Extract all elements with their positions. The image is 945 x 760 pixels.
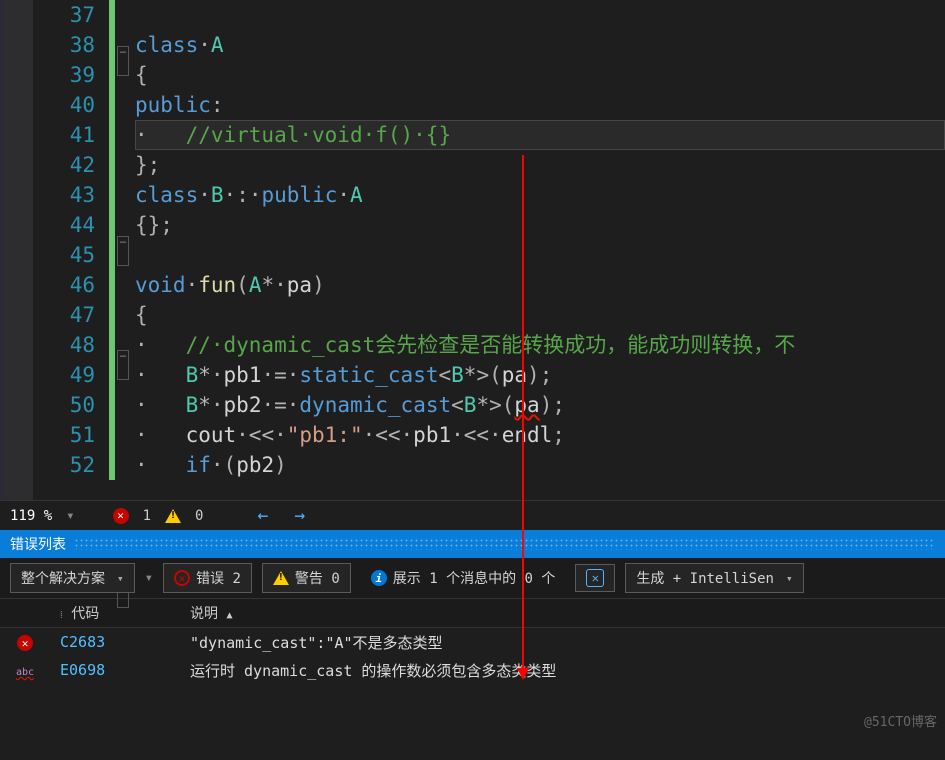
error-icon[interactable]: ✕ [113, 508, 129, 524]
code-area[interactable]: class·A{public:· //virtual·void·f()·{}};… [135, 0, 945, 500]
zoom-level[interactable]: 119 % [10, 508, 52, 524]
col-desc[interactable]: 说明 [190, 606, 218, 622]
line-number: 50 [33, 390, 95, 420]
fold-toggle[interactable]: − [117, 46, 129, 76]
line-number: 39 [33, 60, 95, 90]
dropdown-chevron-icon[interactable]: ▾ [145, 570, 153, 586]
warning-count: 0 [195, 508, 203, 524]
code-line[interactable]: {}; [135, 210, 945, 240]
error-icon: ✕ [17, 635, 33, 651]
code-line[interactable]: class·A [135, 30, 945, 60]
nav-forward-icon[interactable]: → [288, 505, 311, 526]
code-line[interactable]: · B*·pb1·=·static_cast<B*>(pa); [135, 360, 945, 390]
warning-icon[interactable] [165, 509, 181, 523]
code-line[interactable]: · B*·pb2·=·dynamic_cast<B*>(pa); [135, 390, 945, 420]
line-number: 41 [33, 120, 95, 150]
code-line[interactable]: · if·(pb2) [135, 450, 945, 480]
margin-column [3, 0, 33, 500]
line-number: 42 [33, 150, 95, 180]
code-line[interactable]: · cout·<<·"pb1:"·<<·pb1·<<·endl; [135, 420, 945, 450]
line-number-gutter: 37383940414243444546474849505152 [33, 0, 107, 500]
code-line[interactable]: · //·dynamic_cast会先检查是否能转换成功，能成功则转换，不 [135, 330, 945, 360]
fold-toggle[interactable]: − [117, 350, 129, 380]
line-number: 38 [33, 30, 95, 60]
code-line[interactable] [135, 240, 945, 270]
error-code: C2683 [50, 633, 190, 651]
fold-column[interactable]: −−−− [117, 0, 135, 500]
col-code[interactable]: 代码 [71, 606, 99, 622]
line-number: 37 [33, 0, 95, 30]
error-count: 1 [143, 508, 151, 524]
code-line[interactable]: · //virtual·void·f()·{} [135, 120, 945, 150]
code-editor[interactable]: 37383940414243444546474849505152 −−−− cl… [0, 0, 945, 500]
filter-messages-button[interactable]: i展示 1 个消息中的 0 个 [361, 564, 566, 592]
annotation-arrow [522, 155, 524, 678]
error-row[interactable]: abc E0698运行时 dynamic_cast 的操作数必须包含多态类类型 [0, 656, 945, 684]
intellisense-icon: abc [16, 667, 34, 678]
scope-dropdown[interactable]: 整个解决方案 [10, 563, 135, 593]
line-number: 48 [33, 330, 95, 360]
panel-grip[interactable] [74, 538, 935, 550]
change-bar [107, 0, 117, 500]
fold-toggle[interactable]: − [117, 236, 129, 266]
watermark: @51CTO博客 [864, 711, 937, 730]
filter-toggle-button[interactable]: ✕ [575, 564, 615, 592]
code-line[interactable]: { [135, 60, 945, 90]
line-number: 47 [33, 300, 95, 330]
line-number: 44 [33, 210, 95, 240]
error-description: 运行时 dynamic_cast 的操作数必须包含多态类类型 [190, 660, 945, 681]
code-line[interactable]: public: [135, 90, 945, 120]
filter-errors-button[interactable]: ✕错误 2 [163, 563, 252, 593]
nav-back-icon[interactable]: ← [251, 505, 274, 526]
zoom-dropdown-icon[interactable]: ▾ [66, 508, 74, 524]
line-number: 40 [33, 90, 95, 120]
error-list-header[interactable]: 错误列表 [0, 530, 945, 558]
code-line[interactable]: { [135, 300, 945, 330]
filter-warnings-button[interactable]: 警告 0 [262, 563, 351, 593]
error-row[interactable]: ✕ C2683"dynamic_cast":"A"不是多态类型 [0, 628, 945, 656]
code-line[interactable]: }; [135, 150, 945, 180]
line-number: 51 [33, 420, 95, 450]
editor-status-bar: 119 % ▾ ✕ 1 0 ← → [0, 500, 945, 530]
error-list-toolbar: 整个解决方案 ▾ ✕错误 2 警告 0 i展示 1 个消息中的 0 个 ✕ 生成… [0, 558, 945, 598]
line-number: 45 [33, 240, 95, 270]
code-line[interactable]: void·fun(A*·pa) [135, 270, 945, 300]
line-number: 52 [33, 450, 95, 480]
error-table-body: ✕ C2683"dynamic_cast":"A"不是多态类型abc E0698运行… [0, 628, 945, 684]
build-filter-dropdown[interactable]: 生成 + IntelliSen [625, 563, 803, 593]
line-number: 46 [33, 270, 95, 300]
line-number: 43 [33, 180, 95, 210]
error-table-header[interactable]: ⁞ 代码 说明 ▲ [0, 598, 945, 628]
error-list-title: 错误列表 [10, 534, 66, 554]
code-line[interactable] [135, 0, 945, 30]
code-line[interactable]: class·B·:·public·A [135, 180, 945, 210]
error-description: "dynamic_cast":"A"不是多态类型 [190, 632, 945, 653]
line-number: 49 [33, 360, 95, 390]
error-code: E0698 [50, 661, 190, 679]
